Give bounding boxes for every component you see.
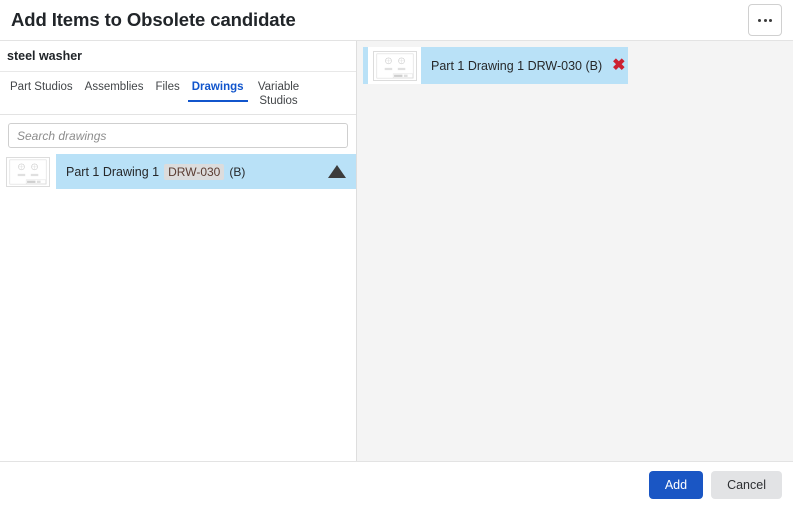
remove-item-icon[interactable]: ✖ [612, 57, 625, 74]
list-item-name: Part 1 Drawing 1 [66, 164, 160, 179]
add-items-dialog: Add Items to Obsolete candidate steel wa… [0, 0, 793, 508]
drawing-results-list: Part 1 Drawing 1 DRW-030 (B) [0, 154, 356, 461]
tab-drawings[interactable]: Drawings [186, 79, 250, 102]
ellipsis-icon [758, 18, 772, 22]
selected-item-row[interactable]: Part 1 Drawing 1 DRW-030 (B) ✖ [363, 47, 628, 84]
selected-items-pane: Part 1 Drawing 1 DRW-030 (B) ✖ [357, 41, 793, 461]
revision-label: (B) [229, 164, 246, 179]
triangle-up-icon[interactable] [328, 165, 346, 178]
thumbnail-cell [0, 154, 56, 189]
tab-bar: Part Studios Assemblies Files Drawings V… [0, 72, 356, 115]
tab-files[interactable]: Files [149, 79, 185, 100]
dialog-body: steel washer Part Studios Assemblies Fil… [0, 41, 793, 462]
selected-item-label: Part 1 Drawing 1 DRW-030 (B) [431, 58, 603, 73]
add-button[interactable]: Add [648, 471, 704, 499]
tab-assemblies[interactable]: Assemblies [79, 79, 150, 100]
tab-label: Assemblies [84, 81, 144, 93]
browse-pane: steel washer Part Studios Assemblies Fil… [0, 41, 357, 461]
drawing-thumbnail-icon [6, 156, 50, 187]
tab-label: Variable Studios [257, 81, 300, 107]
tab-label: Part Studios [10, 81, 73, 93]
dialog-header: Add Items to Obsolete candidate [0, 0, 793, 41]
list-item[interactable]: Part 1 Drawing 1 DRW-030 (B) [0, 154, 356, 189]
drawing-thumbnail-icon [372, 50, 417, 81]
dialog-footer: Add Cancel [0, 462, 793, 508]
tab-label: Files [155, 81, 180, 93]
part-number-badge: DRW-030 [164, 163, 225, 180]
overflow-menu-button[interactable] [748, 4, 782, 36]
tab-variable-studios[interactable]: Variable Studios [250, 79, 308, 114]
selected-item-content: Part 1 Drawing 1 DRW-030 (B) ✖ [421, 47, 628, 84]
thumbnail-cell [368, 47, 421, 84]
document-name-row: steel washer [0, 41, 356, 72]
dialog-title: Add Items to Obsolete candidate [11, 8, 296, 30]
cancel-button[interactable]: Cancel [711, 471, 782, 499]
search-input[interactable] [8, 123, 348, 148]
tab-part-studios[interactable]: Part Studios [4, 79, 79, 100]
document-name: steel washer [7, 49, 83, 63]
tab-label: Drawings [191, 81, 244, 93]
search-container [0, 115, 356, 154]
list-item-content[interactable]: Part 1 Drawing 1 DRW-030 (B) [56, 154, 356, 189]
